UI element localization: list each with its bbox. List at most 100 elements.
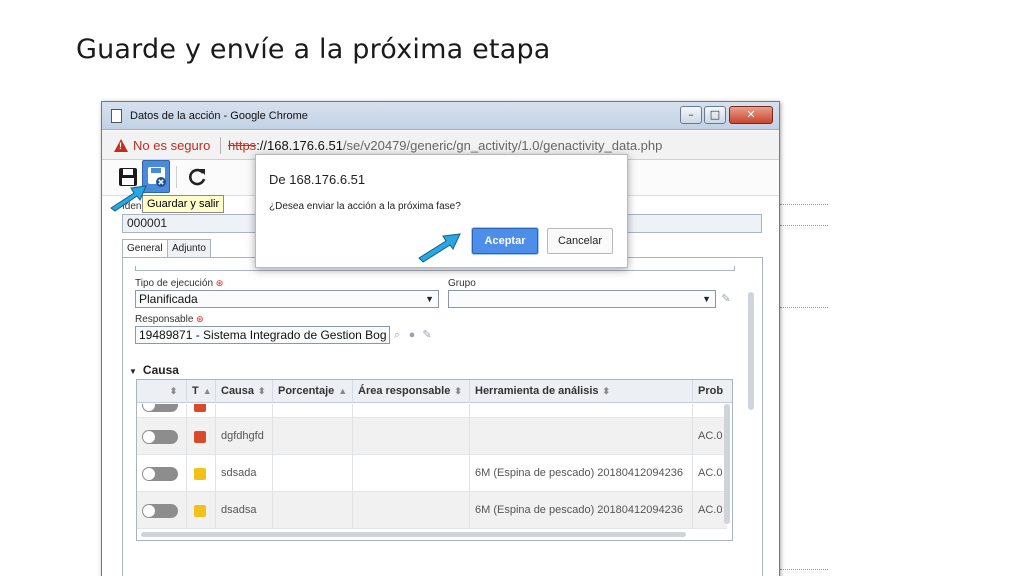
puzzle-icon — [194, 505, 206, 517]
table-row[interactable]: sdsada 6M (Espina de pescado) 2018041209… — [137, 455, 727, 492]
puzzle-icon — [194, 404, 206, 412]
sort-icon: ⬍ — [258, 386, 266, 396]
row-toggle[interactable] — [142, 430, 178, 444]
column-header-toggle[interactable]: ⬍ — [137, 380, 187, 403]
column-label: Porcentaje — [278, 385, 335, 397]
porcentaje-cell — [273, 418, 353, 455]
background-divider — [780, 204, 828, 205]
grid-horizontal-scrollbar[interactable] — [141, 532, 686, 537]
close-button[interactable]: ✕ — [729, 106, 773, 124]
sort-icon: ⬍ — [454, 386, 462, 396]
window-titlebar[interactable]: Datos de la acción - Google Chrome – □ ✕ — [102, 102, 779, 130]
background-divider — [780, 569, 828, 570]
toggle-cell — [137, 492, 187, 529]
grupo-select[interactable]: ▼ — [448, 290, 716, 308]
area-cell — [353, 455, 470, 492]
refresh-icon[interactable] — [186, 166, 208, 188]
sort-icon: ⬍ — [602, 386, 611, 396]
responsable-field[interactable]: 19489871 - Sistema Integrado de Gestion … — [135, 326, 390, 344]
hint-arrow-icon — [418, 233, 461, 263]
clear-filter-icon[interactable]: ✎ — [720, 293, 732, 305]
clear-field-icon[interactable]: ✎ — [421, 329, 433, 341]
tab-adjunto[interactable]: Adjunto — [167, 239, 211, 258]
column-header-area[interactable]: Área responsable ⬍ — [353, 380, 470, 403]
accept-button[interactable]: Aceptar — [472, 228, 538, 254]
cell — [353, 404, 470, 418]
tipo-ejecucion-select[interactable]: Planificada ▼ — [135, 290, 439, 308]
search-icon[interactable]: ⌕ — [391, 329, 403, 341]
table-row[interactable]: dsadsa 6M (Espina de pescado) 2018041209… — [137, 492, 727, 529]
toggle-cell — [137, 455, 187, 492]
column-header-prob[interactable]: Prob — [693, 380, 732, 403]
background-divider — [780, 307, 828, 308]
column-header-herramienta[interactable]: Herramienta de análisis ⬍ — [470, 380, 693, 403]
chevron-down-icon: ▼ — [425, 294, 434, 304]
row-toggle[interactable] — [142, 467, 178, 481]
address-separator — [220, 137, 221, 154]
window-title: Datos de la acción - Google Chrome — [130, 110, 308, 122]
cell — [216, 404, 273, 418]
grid-header: ⬍ T ▲ Causa ⬍ Porcentaje ▲ Área responsable… — [137, 380, 732, 403]
not-secure-label[interactable]: No es seguro — [133, 138, 210, 153]
column-header-causa[interactable]: Causa ⬍ — [216, 380, 273, 403]
toggle-cell — [137, 418, 187, 455]
url-scheme: https — [228, 138, 257, 153]
column-header-type[interactable]: T ▲ — [187, 380, 216, 403]
prob-cell: AC.0 — [698, 467, 723, 479]
causa-cell: dgfdhgfd — [216, 418, 273, 455]
sort-icon: ▲ — [338, 386, 348, 396]
type-cell — [187, 418, 216, 455]
hint-arrow-icon — [110, 185, 147, 212]
toggle-cell — [137, 404, 187, 418]
cell — [693, 404, 727, 418]
url-path: /se/v20479/generic/gn_activity/1.0/genac… — [342, 138, 663, 153]
panel-scrollbar[interactable] — [748, 292, 754, 410]
table-row[interactable]: dgfdhgfd AC.0 — [137, 418, 727, 455]
column-label: T — [192, 385, 199, 397]
responsable-label-text: Responsable — [135, 314, 194, 325]
sort-icon: ⬍ — [169, 386, 178, 396]
user-icon[interactable]: ● — [406, 329, 418, 341]
cell — [470, 404, 693, 418]
column-label: Área responsable — [358, 385, 451, 397]
warning-icon[interactable] — [114, 139, 128, 152]
url-text[interactable]: https://168.176.6.51/se/v20479/generic/g… — [228, 138, 662, 153]
prob-cell: AC.0 — [698, 430, 723, 442]
puzzle-icon — [194, 468, 206, 480]
background-divider — [780, 225, 828, 226]
type-cell — [187, 455, 216, 492]
url-host: ://168.176.6.51 — [256, 138, 343, 153]
type-cell — [187, 404, 216, 418]
herramienta-cell — [470, 418, 693, 455]
causa-grid: ⬍ T ▲ Causa ⬍ Porcentaje ▲ Área responsable… — [136, 379, 733, 541]
puzzle-icon — [194, 431, 206, 443]
grid-vertical-scrollbar[interactable] — [724, 404, 730, 524]
cancel-button[interactable]: Cancelar — [547, 228, 613, 254]
responsable-label: Responsable ⊛ — [135, 314, 204, 325]
row-toggle[interactable] — [142, 504, 178, 518]
porcentaje-cell — [273, 455, 353, 492]
column-label: Herramienta de análisis — [475, 385, 599, 397]
maximize-button[interactable]: □ — [704, 106, 726, 124]
collapse-toggle-icon: ▼ — [129, 367, 137, 376]
general-panel: Tipo de ejecución ⊛ Planificada ▼ Grupo ▼… — [122, 257, 763, 576]
minimize-button[interactable]: – — [680, 106, 702, 124]
grupo-label: Grupo — [448, 278, 476, 289]
required-icon: ⊛ — [215, 278, 224, 288]
tipo-ejecucion-value: Planificada — [139, 292, 198, 306]
causa-cell: dsadsa — [216, 492, 273, 529]
table-row-partial[interactable] — [137, 404, 727, 418]
dialog-title: De 168.176.6.51 — [269, 172, 366, 187]
row-toggle[interactable] — [142, 404, 178, 412]
column-label: Prob — [698, 385, 724, 397]
herramienta-cell: 6M (Espina de pescado) 20180412094236 — [470, 492, 693, 529]
tab-general[interactable]: General — [122, 239, 168, 258]
causa-section-header[interactable]: ▼ Causa — [129, 363, 179, 377]
sort-icon: ▲ — [202, 386, 212, 396]
cell — [273, 404, 353, 418]
required-icon: ⊛ — [196, 314, 204, 324]
causa-cell: sdsada — [216, 455, 273, 492]
column-header-porcentaje[interactable]: Porcentaje ▲ — [273, 380, 353, 403]
column-label: Causa — [221, 385, 255, 397]
page-icon — [111, 109, 122, 123]
